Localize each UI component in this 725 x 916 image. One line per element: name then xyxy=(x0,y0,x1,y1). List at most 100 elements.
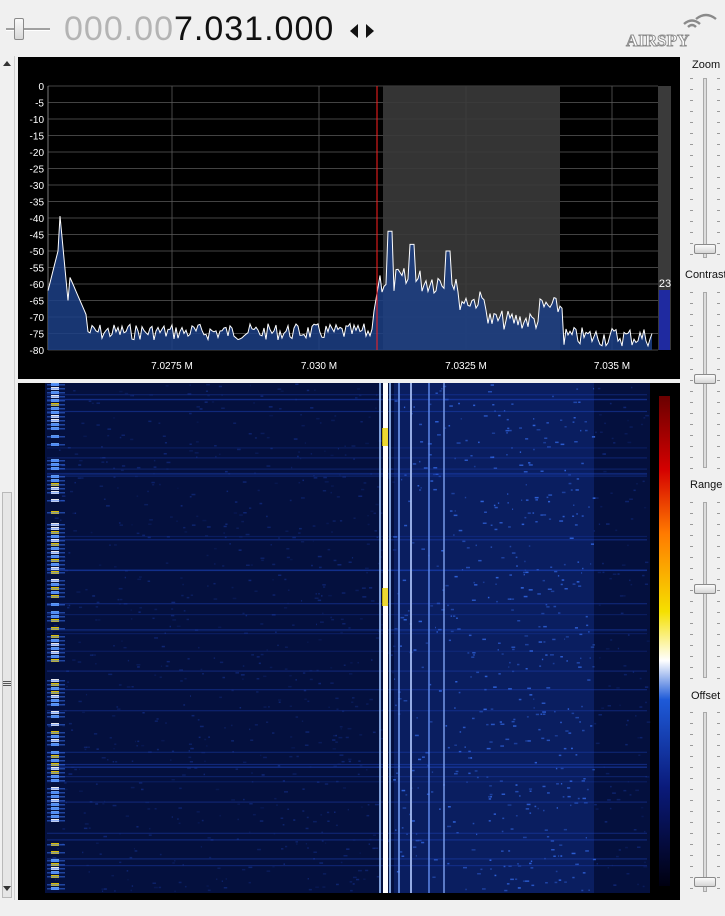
range-label: Range xyxy=(690,479,723,491)
frequency-tick-label: 7.035 M xyxy=(594,361,630,372)
offset-slider-thumb[interactable] xyxy=(694,877,716,887)
slider-tick xyxy=(690,254,693,255)
slider-tick xyxy=(690,221,693,222)
slider-tick xyxy=(690,446,693,447)
signal-level-fill xyxy=(659,290,670,350)
frequency-display[interactable]: 000.007.031.000 xyxy=(64,6,334,52)
slider-tick xyxy=(690,502,693,503)
slider-tick xyxy=(717,877,720,878)
airspy-logo: AIRSPY xyxy=(626,13,717,50)
slider-tick xyxy=(717,601,720,602)
db-tick-label: -10 xyxy=(30,115,45,126)
db-tick-label: -75 xyxy=(30,330,45,341)
waterfall-display[interactable] xyxy=(18,383,680,900)
slider-tick xyxy=(690,678,693,679)
slider-tick xyxy=(690,789,693,790)
slider-tick xyxy=(717,303,720,304)
slider-tick xyxy=(690,712,693,713)
slider-tick xyxy=(690,391,693,392)
slider-tick xyxy=(690,468,693,469)
slider-tick xyxy=(690,822,693,823)
db-tick-label: -20 xyxy=(30,148,45,159)
db-tick-label: -65 xyxy=(30,297,45,308)
slider-tick xyxy=(690,358,693,359)
spectrum-analyzer[interactable]: 0 -5 -10 -15 -20 -25 -30 -35 -40 -45 -50 -55 -60 -65 -… xyxy=(18,57,680,379)
zoom-slider-track[interactable] xyxy=(703,78,707,258)
slider-tick xyxy=(690,568,693,569)
frequency-tick-label: 7.0275 M xyxy=(151,361,193,372)
slider-tick xyxy=(690,303,693,304)
slider-tick xyxy=(717,413,720,414)
slider-tick xyxy=(717,579,720,580)
slider-tick xyxy=(717,166,720,167)
contrast-label: Contrast xyxy=(685,269,725,281)
slider-tick xyxy=(717,623,720,624)
slider-tick xyxy=(690,380,693,381)
slider-tick xyxy=(717,612,720,613)
db-tick-label: -25 xyxy=(30,165,45,176)
slider-tick xyxy=(690,336,693,337)
frequency-leading-digits[interactable]: 000.00 xyxy=(64,10,174,48)
slider-tick xyxy=(717,557,720,558)
slider-tick xyxy=(690,292,693,293)
gain-slider[interactable] xyxy=(6,18,50,40)
slider-tick xyxy=(717,590,720,591)
slider-tick xyxy=(717,822,720,823)
slider-tick xyxy=(717,767,720,768)
gain-slider-thumb[interactable] xyxy=(14,18,24,40)
slider-tick xyxy=(690,424,693,425)
slider-tick xyxy=(690,667,693,668)
slider-tick xyxy=(690,369,693,370)
slider-tick xyxy=(717,210,720,211)
slider-tick xyxy=(717,347,720,348)
slider-tick xyxy=(717,144,720,145)
slider-tick xyxy=(690,89,693,90)
slider-tick xyxy=(717,667,720,668)
slider-tick xyxy=(717,513,720,514)
db-tick-label: -70 xyxy=(30,313,45,324)
slider-tick xyxy=(717,402,720,403)
slider-tick xyxy=(717,358,720,359)
offset-slider-track[interactable] xyxy=(703,712,707,892)
slider-tick xyxy=(690,734,693,735)
scroll-down-icon[interactable] xyxy=(3,886,11,892)
slider-tick xyxy=(690,778,693,779)
db-tick-label: -30 xyxy=(30,181,45,192)
slider-tick xyxy=(717,634,720,635)
slider-tick xyxy=(717,78,720,79)
slider-tick xyxy=(717,468,720,469)
slider-tick xyxy=(717,546,720,547)
slider-tick xyxy=(717,866,720,867)
slider-tick xyxy=(717,811,720,812)
slider-tick xyxy=(717,745,720,746)
grip-icon[interactable] xyxy=(3,680,11,688)
slider-tick xyxy=(717,446,720,447)
scroll-up-icon[interactable] xyxy=(3,60,11,66)
slider-tick xyxy=(717,789,720,790)
slider-tick xyxy=(717,369,720,370)
slider-tick xyxy=(690,656,693,657)
slider-tick xyxy=(717,380,720,381)
signal-level-value: 23 xyxy=(659,278,671,290)
slider-tick xyxy=(717,568,720,569)
slider-tick xyxy=(717,424,720,425)
slider-tick xyxy=(690,756,693,757)
vertical-splitter[interactable] xyxy=(0,56,15,900)
slider-tick xyxy=(690,645,693,646)
slider-tick xyxy=(690,535,693,536)
slider-tick xyxy=(717,391,720,392)
slider-tick xyxy=(690,513,693,514)
frequency-active-digits[interactable]: 7.031.000 xyxy=(174,10,334,48)
contrast-slider-thumb[interactable] xyxy=(694,374,716,384)
status-strip xyxy=(0,900,725,916)
slider-tick xyxy=(717,678,720,679)
slider-tick xyxy=(690,210,693,211)
slider-tick xyxy=(717,656,720,657)
left-right-arrows-icon[interactable] xyxy=(347,20,377,42)
slider-tick xyxy=(717,314,720,315)
slider-tick xyxy=(690,855,693,856)
range-slider-thumb[interactable] xyxy=(694,584,716,594)
zoom-slider-thumb[interactable] xyxy=(694,244,716,254)
splitter-thumb[interactable] xyxy=(2,492,12,898)
zoom-label: Zoom xyxy=(692,59,721,71)
